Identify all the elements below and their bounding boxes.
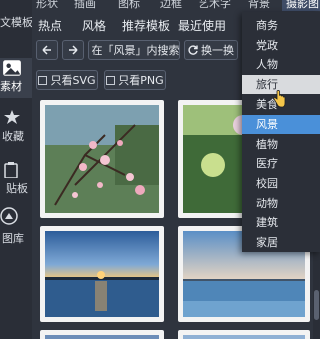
forward-button[interactable]: [62, 40, 84, 60]
tab-photo[interactable]: 摄影图: [282, 0, 320, 11]
png-only-checkbox[interactable]: 只看PNG: [104, 70, 166, 90]
peach-blossom-photo: [45, 105, 159, 213]
photo-partial: [45, 335, 159, 339]
svg-only-checkbox[interactable]: 只看SVG: [36, 70, 98, 90]
search-in-category-button[interactable]: 在「风景」内搜索: [88, 40, 180, 60]
photo-thumbnail[interactable]: [178, 330, 310, 339]
scrollbar-thumb[interactable]: [314, 290, 319, 320]
dropdown-item[interactable]: 动物: [242, 194, 320, 213]
photo-thumbnail[interactable]: [40, 330, 164, 339]
tab-art-text[interactable]: 艺术字: [198, 0, 231, 11]
left-sidebar: 文模板 素材 收藏 贴板 图库: [0, 0, 32, 339]
tab-border[interactable]: 边框: [160, 0, 182, 11]
back-button[interactable]: [36, 40, 58, 60]
photo-thumbnail[interactable]: [40, 226, 164, 322]
arrow-left-icon: [42, 45, 51, 55]
refresh-label: 换一换: [201, 44, 234, 57]
arrow-right-icon: [69, 45, 78, 55]
tab-icon[interactable]: 图标: [118, 0, 140, 11]
dropdown-item[interactable]: 人物: [242, 55, 320, 74]
sidebar-item-favorites[interactable]: 收藏: [0, 108, 32, 148]
checkbox-box: [106, 75, 116, 85]
dropdown-item[interactable]: 家居: [242, 233, 320, 252]
sidebar-item-template[interactable]: 文模板: [0, 14, 32, 34]
sidebar-item-label: 文模板: [0, 16, 32, 29]
star-icon: [4, 110, 20, 124]
photo-partial: [183, 335, 305, 339]
hand-cursor-icon: [273, 90, 286, 108]
tab-illustration[interactable]: 插画: [74, 0, 96, 11]
dropdown-item[interactable]: 校园: [242, 174, 320, 193]
sidebar-item-clipboard[interactable]: 贴板: [0, 160, 32, 200]
checkbox-box: [38, 75, 48, 85]
photo-category-dropdown: 商务 党政 人物 旅行 美食 风景 植物 医疗 校园 动物 建筑 家居: [242, 12, 320, 252]
svg-only-label: 只看SVG: [50, 74, 96, 87]
dropdown-item[interactable]: 建筑: [242, 213, 320, 232]
sidebar-item-label: 贴板: [6, 182, 28, 195]
sunset-lake-photo: [45, 231, 159, 317]
gallery-icon: [0, 207, 18, 225]
photo-thumbnail[interactable]: [40, 100, 164, 218]
category-nav: 形状 插画 图标 边框 艺术字 背景 摄影图: [32, 0, 320, 12]
dropdown-item[interactable]: 植物: [242, 135, 320, 154]
refresh-icon: [188, 45, 198, 55]
sidebar-item-gallery[interactable]: 图库: [0, 205, 32, 250]
tab-background[interactable]: 背景: [248, 0, 270, 11]
sidebar-item-label: 收藏: [2, 130, 24, 143]
dropdown-item[interactable]: 医疗: [242, 154, 320, 173]
dropdown-item[interactable]: 商务: [242, 16, 320, 35]
clipboard-icon: [4, 162, 18, 178]
search-in-category-label: 在「风景」内搜索: [91, 44, 180, 57]
dropdown-item[interactable]: 党政: [242, 36, 320, 55]
sidebar-item-label: 素材: [0, 80, 22, 93]
image-icon: [3, 60, 21, 76]
subtab-hot[interactable]: 热点: [38, 17, 62, 34]
subtab-style[interactable]: 风格: [82, 17, 106, 34]
subtab-recommend[interactable]: 推荐模板: [122, 17, 170, 34]
dropdown-item-selected[interactable]: 风景: [242, 115, 320, 134]
png-only-label: 只看PNG: [118, 74, 164, 87]
sidebar-item-material[interactable]: 素材: [0, 58, 32, 98]
sidebar-item-label: 图库: [2, 232, 24, 245]
tab-shape[interactable]: 形状: [36, 0, 58, 11]
refresh-button[interactable]: 换一换: [184, 40, 238, 60]
subtab-recent[interactable]: 最近使用: [178, 17, 226, 34]
